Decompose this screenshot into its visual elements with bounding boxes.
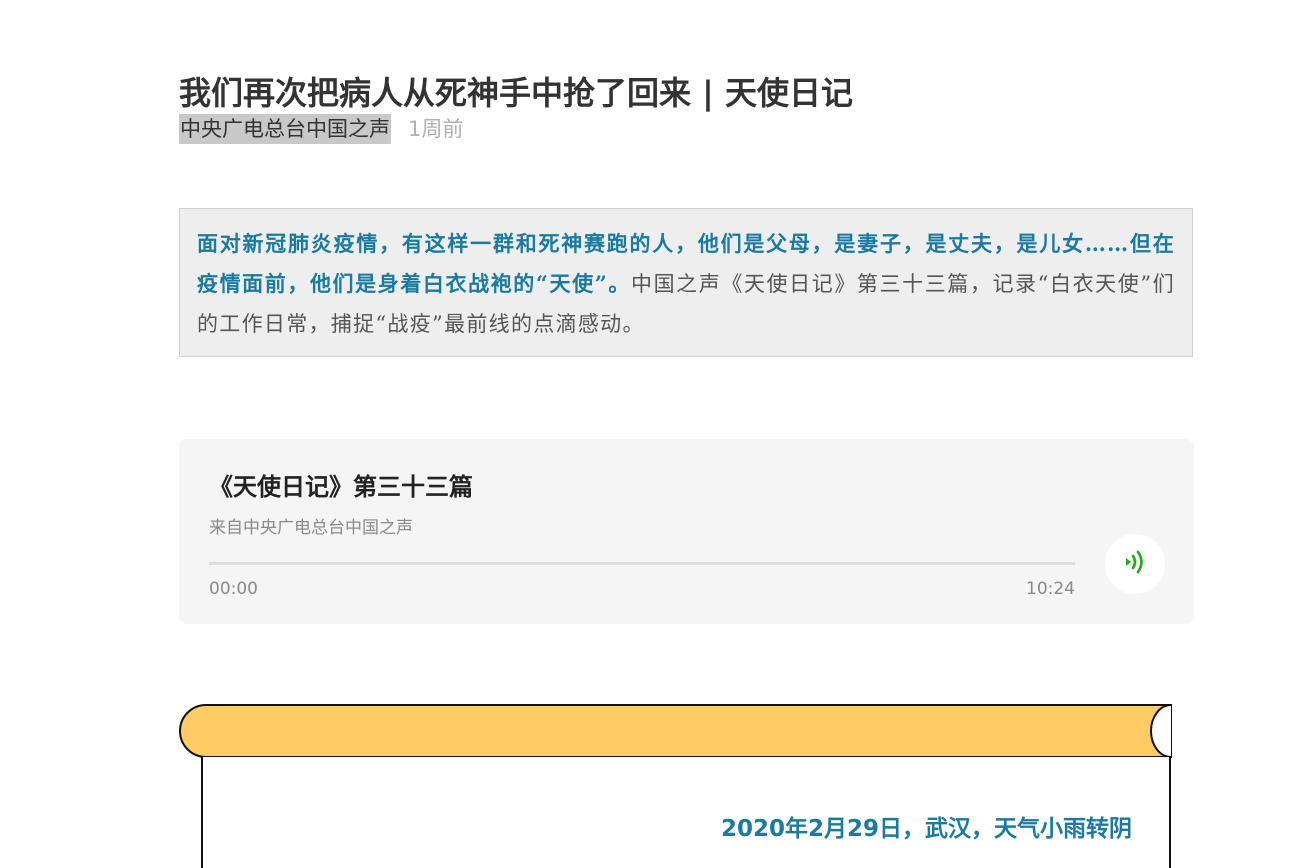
scroll-paper: 2020年2月29日，武汉，天气小雨转阴 (201, 757, 1171, 868)
audio-play-button[interactable] (1105, 534, 1165, 594)
audio-title: 《天使日记》第三十三篇 (209, 473, 473, 501)
audio-progress-bar[interactable] (209, 562, 1075, 565)
author-name[interactable]: 中央广电总台中国之声 (179, 114, 391, 144)
scroll-roll-decoration (179, 704, 1172, 758)
diary-date-line: 2020年2月29日，武汉，天气小雨转阴 (720, 816, 1132, 842)
article-summary: 面对新冠肺炎疫情，有这样一群和死神赛跑的人，他们是父母，是妻子，是丈夫，是儿女…… (179, 208, 1193, 357)
audio-wave-icon (1122, 547, 1148, 581)
audio-current-time: 00:00 (209, 579, 258, 599)
article-meta: 中央广电总台中国之声 1周前 (179, 114, 463, 144)
article-page: 我们再次把病人从死神手中抢了回来 | 天使日记 中央广电总台中国之声 1周前 面… (0, 0, 1316, 868)
article-title: 我们再次把病人从死神手中抢了回来 | 天使日记 (179, 74, 853, 113)
diary-scroll: 2020年2月29日，武汉，天气小雨转阴 (179, 704, 1179, 868)
publish-time: 1周前 (408, 117, 464, 141)
audio-duration: 10:24 (1026, 579, 1075, 599)
audio-source: 来自中央广电总台中国之声 (209, 518, 413, 538)
audio-player-card[interactable]: 《天使日记》第三十三篇 来自中央广电总台中国之声 00:00 10:24 (179, 439, 1194, 624)
